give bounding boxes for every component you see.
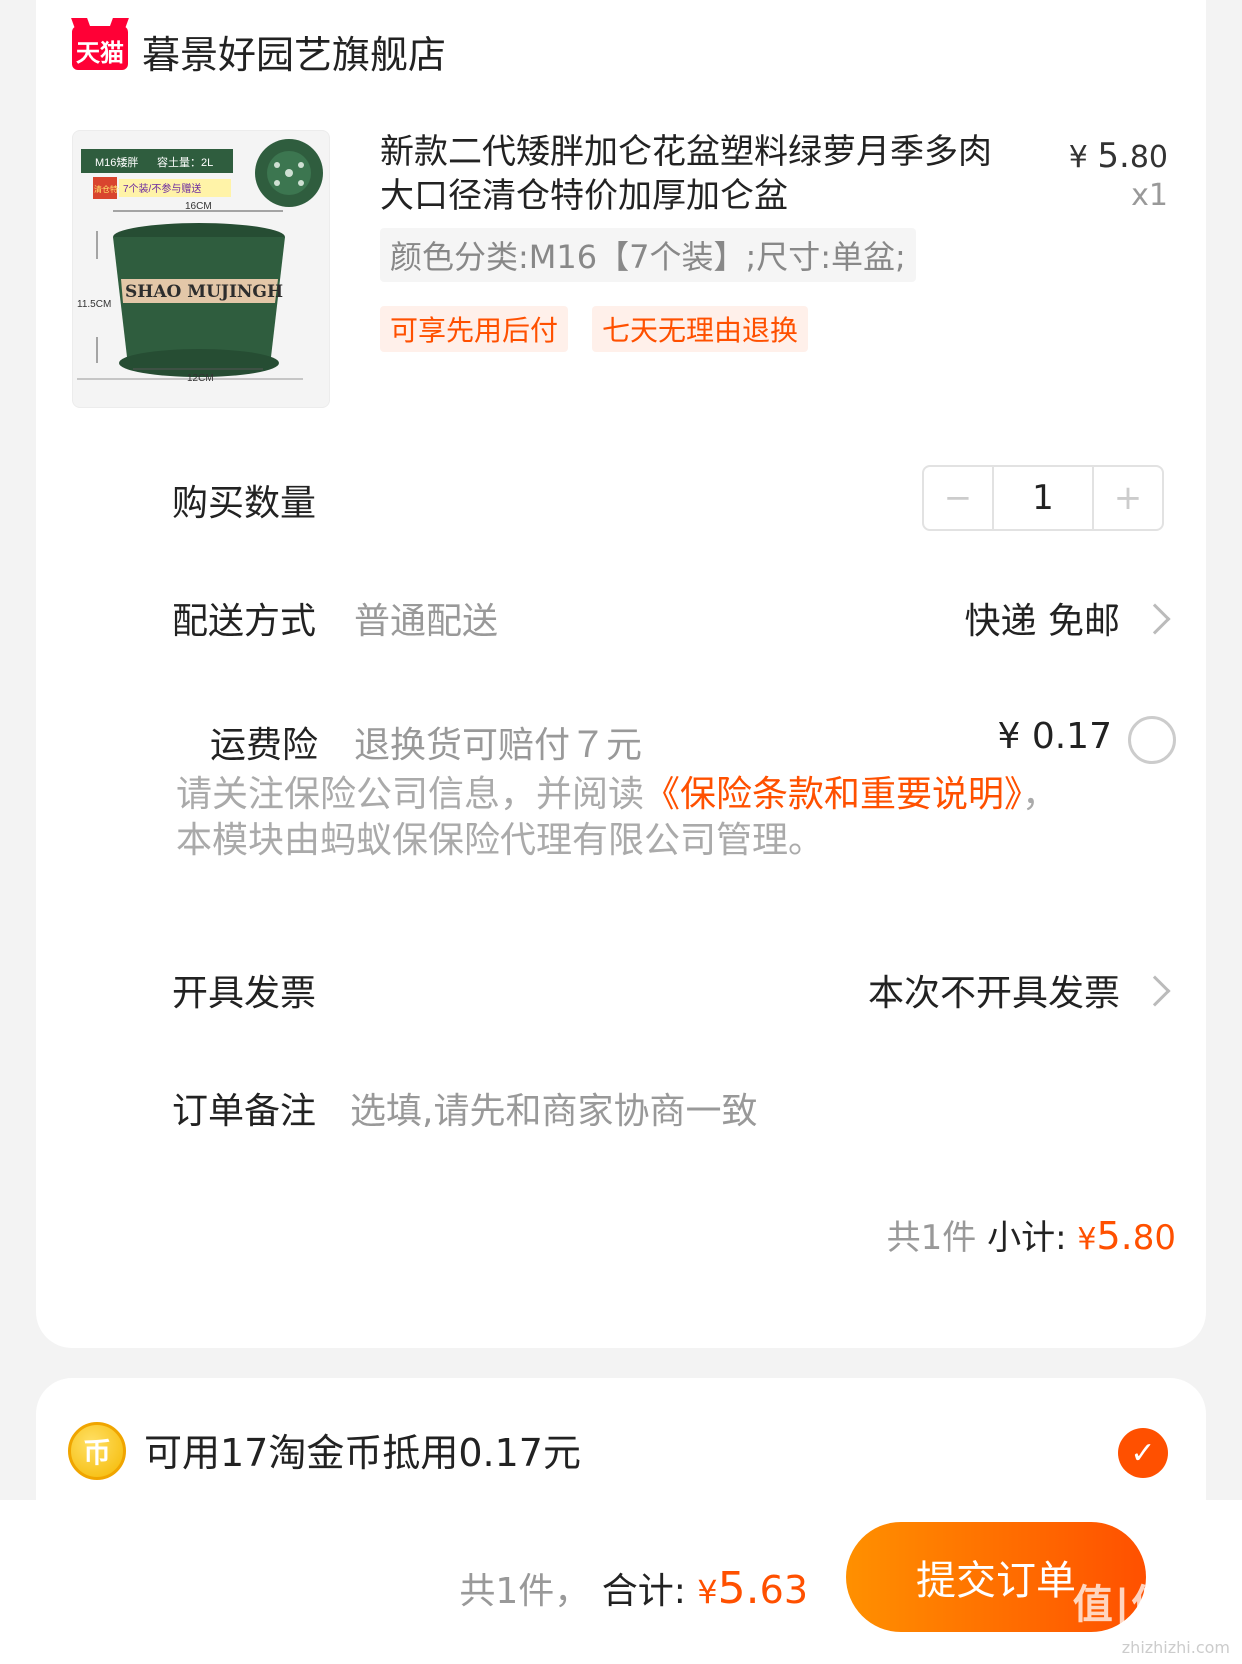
image-capacity-label: 容土量：2L [157, 155, 213, 169]
product-price-dec: 80 [1129, 140, 1168, 175]
image-height-label: 11.5CM [77, 299, 111, 310]
remark-input[interactable]: 选填,请先和商家协商一致 [350, 1082, 757, 1134]
total-count: 共1件， [459, 1571, 591, 1612]
invoice-value[interactable]: 本次不开具发票 [868, 964, 1120, 1016]
insurance-terms-link[interactable]: 《保险条款和重要说明》 [644, 774, 1022, 815]
product-title[interactable]: 新款二代矮胖加仑花盆塑料绿萝月季多肉大口径清仓特价加厚加仑盆 [380, 130, 1000, 218]
product-price-int: 5. [1097, 136, 1130, 176]
tmall-logo-icon: 天猫 [71, 18, 129, 70]
image-model-label: M16矮胖 [95, 155, 138, 169]
insurance-radio[interactable] [1128, 716, 1176, 764]
insurance-notice: 请关注保险公司信息，并阅读《保险条款和重要说明》，本模块由蚂蚁保保险代理有限公司… [176, 772, 1076, 864]
quantity-decrease-button[interactable]: − [924, 467, 992, 529]
product-price: ¥ 5.80 [1069, 136, 1168, 176]
image-base-label: 12CM [187, 373, 214, 384]
product-quantity: x1 [1131, 178, 1168, 213]
quantity-increase-button[interactable]: + [1094, 467, 1162, 529]
image-promo-label: 7个装/不参与赠送 [123, 182, 201, 195]
subtotal-symbol: ¥ [1077, 1222, 1097, 1257]
return-policy-tag: 七天无理由退换 [592, 306, 809, 352]
coin-icon: 币 [68, 1422, 126, 1480]
quantity-label: 购买数量 [172, 483, 317, 524]
shop-name[interactable]: 暮景好园艺旗舰店 [142, 24, 446, 79]
product-image[interactable]: M16矮胖 容土量：2L 清仓特价 7个装/不参与赠送 16CM SHAO MU… [72, 130, 330, 408]
delivery-label: 配送方式 [172, 601, 317, 642]
delivery-value[interactable]: 快递 免邮 [965, 592, 1120, 644]
product-price-symbol: ¥ [1068, 140, 1088, 175]
subtotal-label: 小计: [987, 1218, 1067, 1258]
coin-check-icon[interactable]: ✓ [1118, 1428, 1168, 1478]
quantity-stepper: − 1 + [922, 465, 1164, 531]
delivery-type: 普通配送 [354, 601, 499, 642]
tmall-logo-text: 天猫 [76, 39, 124, 67]
subtotal-count: 共1件 [886, 1218, 977, 1258]
order-card: 天猫 暮景好园艺旗舰店 M16矮胖 容土量：2L 清仓特价 7个装/不参与赠送 … [36, 0, 1206, 1348]
total-symbol: ¥ [697, 1573, 718, 1611]
bottom-bar: 共1件， 合计: ¥5.63 提交订单 值|值|值 zhizhizhi.com [0, 1500, 1242, 1664]
invoice-chevron-icon[interactable] [1139, 975, 1171, 1007]
remark-label: 订单备注 [172, 1091, 317, 1132]
order-total: 共1件， 合计: ¥5.63 [459, 1562, 808, 1614]
subtotal-dec: 80 [1132, 1218, 1176, 1258]
notice-prefix: 请关注保险公司信息，并阅读 [176, 774, 645, 815]
subtotal-int: 5. [1096, 1214, 1133, 1258]
total-dec: 63 [759, 1568, 808, 1612]
insurance-desc: 退换货可赔付７元 [354, 725, 643, 766]
total-label: 合计: [601, 1571, 686, 1612]
pay-later-tag: 可享先用后付 [380, 306, 569, 352]
watermark-url: zhizhizhi.com [1121, 1638, 1230, 1657]
insurance-label: 运费险 [210, 725, 319, 766]
invoice-label: 开具发票 [172, 973, 317, 1014]
watermark-logo: 值|值|值 [1072, 1582, 1232, 1628]
sku-tag[interactable]: 颜色分类:M16【7个装】;尺寸:单盆; [380, 228, 916, 282]
quantity-input[interactable]: 1 [992, 467, 1094, 529]
coin-text: 可用17淘金币抵用0.17元 [144, 1431, 581, 1475]
image-width-label: 16CM [185, 201, 212, 212]
image-brand-label: SHAO MUJINGH [125, 282, 283, 302]
delivery-chevron-icon[interactable] [1139, 603, 1171, 635]
total-int: 5. [717, 1563, 760, 1614]
subtotal: 共1件 小计: ¥5.80 [887, 1210, 1176, 1259]
insurance-price: ¥ 0.17 [997, 716, 1112, 757]
